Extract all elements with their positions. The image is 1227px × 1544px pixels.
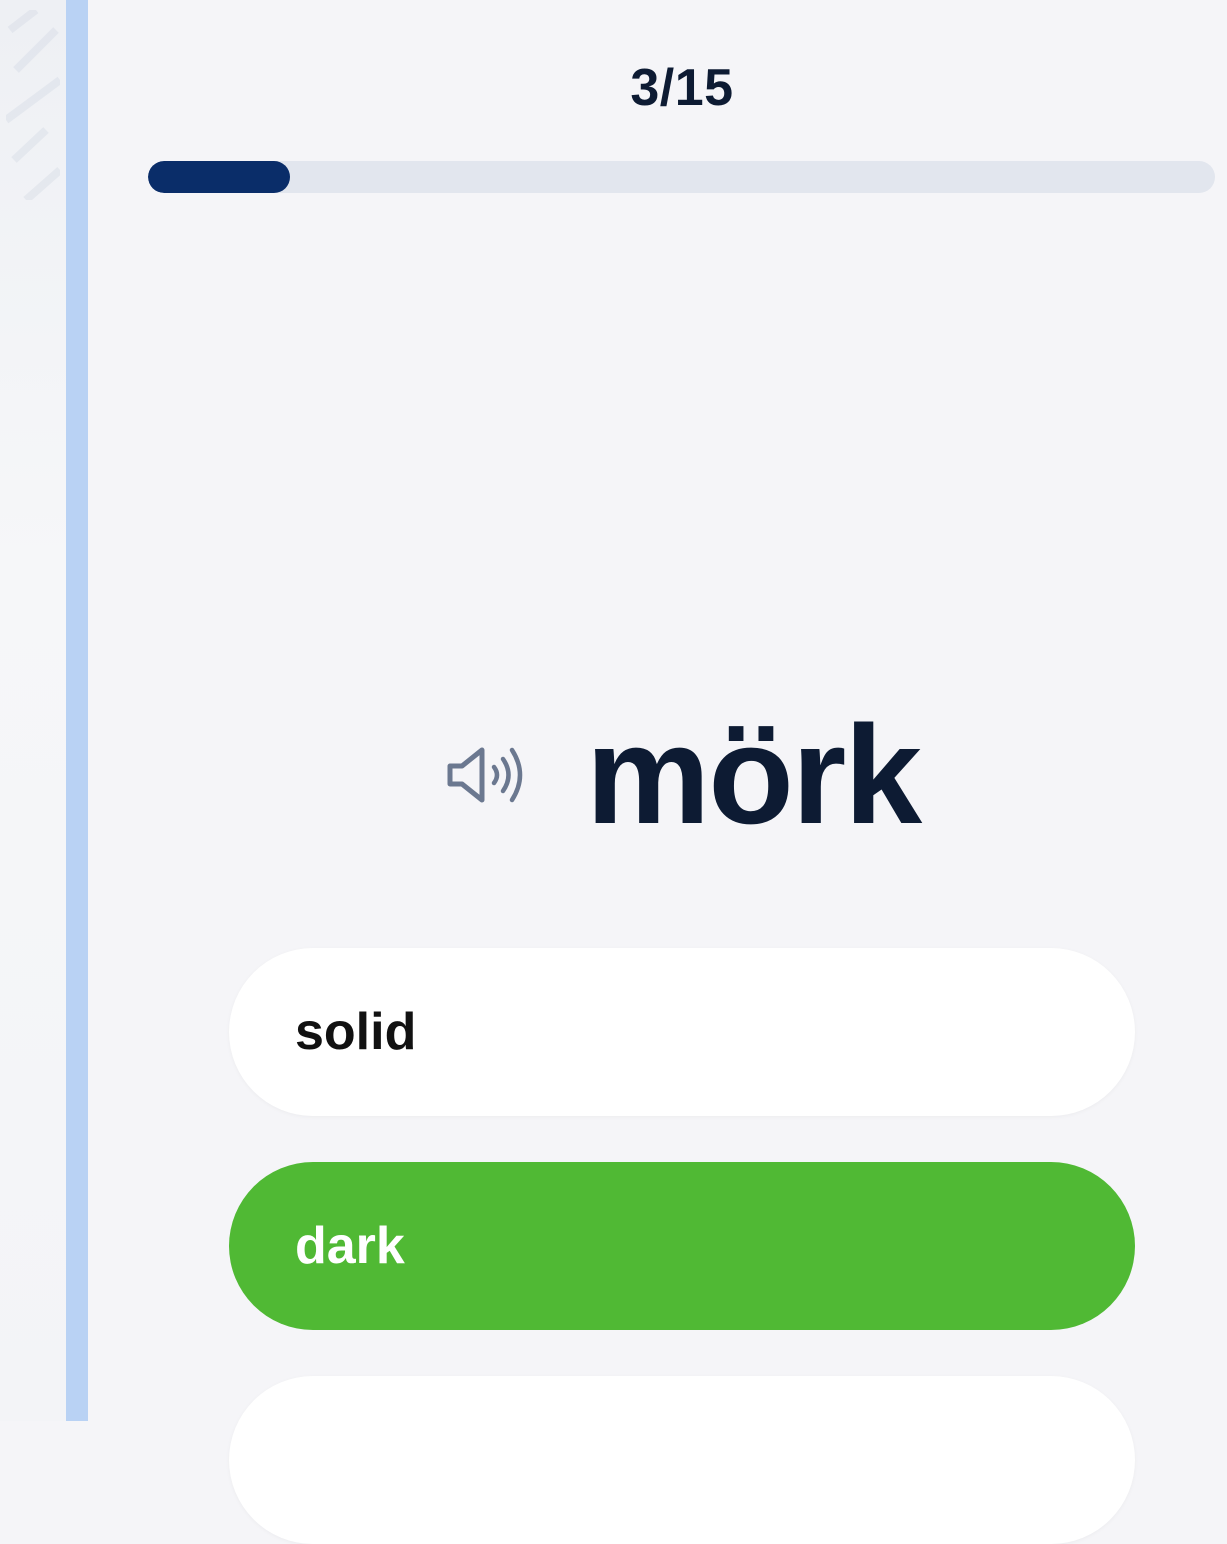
speaker-icon[interactable] — [444, 740, 534, 810]
quiz-panel: 3/15 mörk solid dark — [88, 0, 1227, 1544]
prompt-word: mörk — [585, 696, 922, 853]
prompt-row: mörk — [88, 705, 1227, 845]
left-pane — [0, 0, 66, 1421]
question-counter: 3/15 — [630, 59, 734, 117]
progress-bar — [148, 161, 1215, 193]
progress-bar-fill — [148, 161, 290, 193]
answer-option-label: dark — [295, 1217, 405, 1275]
answer-option-partial[interactable] — [229, 1376, 1135, 1544]
answer-option-label: solid — [295, 1003, 417, 1061]
answer-option-dark[interactable]: dark — [229, 1162, 1135, 1330]
answer-option-solid[interactable]: solid — [229, 948, 1135, 1116]
left-divider — [66, 0, 88, 1421]
background-pattern — [6, 10, 60, 200]
